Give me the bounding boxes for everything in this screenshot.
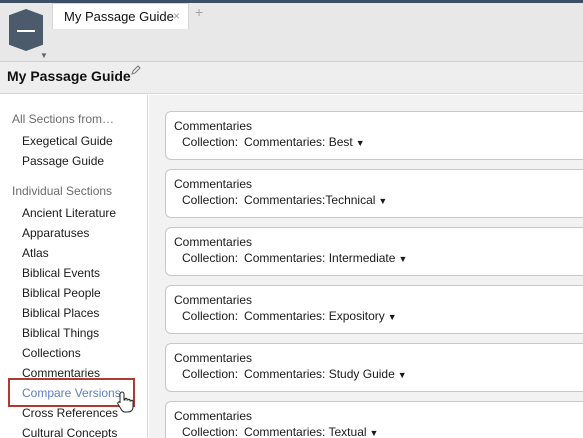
card-collection-row: Collection: Commentaries: Best ▼ [182, 135, 365, 149]
card-title: Commentaries [174, 235, 253, 249]
card-collection-row: Collection: Commentaries: Study Guide ▼ [182, 367, 407, 381]
tab-close-icon[interactable]: × [173, 9, 180, 23]
sidebar-heading-individual-sections: Individual Sections [12, 184, 113, 198]
sidebar-item-apparatuses[interactable]: Apparatuses [22, 226, 89, 240]
sidebar-item-cultural-concepts[interactable]: Cultural Concepts [22, 426, 117, 438]
caret-down-icon[interactable]: ▼ [398, 370, 407, 380]
caret-down-icon[interactable]: ▼ [356, 138, 365, 148]
card-title: Commentaries [174, 409, 253, 423]
main-content: Commentaries Collection: Commentaries: Be… [149, 95, 583, 438]
app-menu-icon[interactable] [9, 9, 43, 51]
sidebar-item-biblical-people[interactable]: Biblical People [22, 286, 101, 300]
card-collection-row: Collection: Commentaries: Expository ▼ [182, 309, 397, 323]
tab-my-passage-guide[interactable]: My Passage Guide × [52, 3, 189, 29]
section-card-commentaries-technical[interactable]: Commentaries Collection: Commentaries:Tec… [165, 169, 583, 218]
collection-label: Collection: [182, 193, 239, 207]
collection-dropdown[interactable]: Commentaries: Study Guide [244, 367, 395, 381]
sidebar-heading-all-sections: All Sections from… [12, 112, 115, 126]
caret-down-icon[interactable]: ▼ [398, 254, 407, 264]
collection-label: Collection: [182, 425, 239, 438]
caret-down-icon[interactable]: ▼ [370, 428, 379, 438]
collection-label: Collection: [182, 135, 239, 149]
sidebar-item-passage-guide[interactable]: Passage Guide [22, 154, 104, 168]
sidebar-item-compare-versions[interactable]: Compare Versions [22, 386, 121, 400]
collection-label: Collection: [182, 251, 239, 265]
card-title: Commentaries [174, 119, 253, 133]
app-icon-bar [17, 30, 35, 32]
collection-dropdown[interactable]: Commentaries: Intermediate [244, 251, 395, 265]
pencil-icon[interactable] [131, 65, 141, 78]
card-collection-row: Collection: Commentaries: Intermediate ▼ [182, 251, 407, 265]
app-menu-caret-icon[interactable]: ▼ [40, 52, 48, 60]
sidebar-item-biblical-things[interactable]: Biblical Things [22, 326, 99, 340]
sidebar-item-exegetical-guide[interactable]: Exegetical Guide [22, 134, 113, 148]
tab-strip: ▼ My Passage Guide × + [0, 0, 583, 62]
card-title: Commentaries [174, 177, 253, 191]
sidebar-item-atlas[interactable]: Atlas [22, 246, 49, 260]
title-bar: My Passage Guide [0, 62, 583, 94]
section-card-commentaries-intermediate[interactable]: Commentaries Collection: Commentaries: In… [165, 227, 583, 276]
hand-pointer-icon [117, 391, 135, 413]
collection-dropdown[interactable]: Commentaries:Technical [244, 193, 375, 207]
card-title: Commentaries [174, 293, 253, 307]
sidebar-item-cross-references[interactable]: Cross References [22, 406, 118, 420]
collection-label: Collection: [182, 309, 239, 323]
sidebar-item-biblical-events[interactable]: Biblical Events [22, 266, 100, 280]
tab-title: My Passage Guide [64, 9, 174, 24]
page-title: My Passage Guide [7, 68, 131, 84]
section-card-commentaries-study-guide[interactable]: Commentaries Collection: Commentaries: St… [165, 343, 583, 392]
card-title: Commentaries [174, 351, 253, 365]
section-card-commentaries-expository[interactable]: Commentaries Collection: Commentaries: Ex… [165, 285, 583, 334]
caret-down-icon[interactable]: ▼ [388, 312, 397, 322]
section-card-commentaries-best[interactable]: Commentaries Collection: Commentaries: Be… [165, 111, 583, 160]
section-card-commentaries-textual[interactable]: Commentaries Collection: Commentaries: Te… [165, 401, 583, 438]
collection-dropdown[interactable]: Commentaries: Best [244, 135, 353, 149]
card-collection-row: Collection: Commentaries: Textual ▼ [182, 425, 378, 438]
caret-down-icon[interactable]: ▼ [378, 196, 387, 206]
collection-dropdown[interactable]: Commentaries: Expository [244, 309, 385, 323]
sidebar-item-ancient-literature[interactable]: Ancient Literature [22, 206, 116, 220]
sidebar-item-collections[interactable]: Collections [22, 346, 81, 360]
collection-label: Collection: [182, 367, 239, 381]
sidebar-item-biblical-places[interactable]: Biblical Places [22, 306, 99, 320]
collection-dropdown[interactable]: Commentaries: Textual [244, 425, 367, 438]
card-collection-row: Collection: Commentaries:Technical ▼ [182, 193, 387, 207]
add-tab-icon[interactable]: + [195, 4, 203, 20]
